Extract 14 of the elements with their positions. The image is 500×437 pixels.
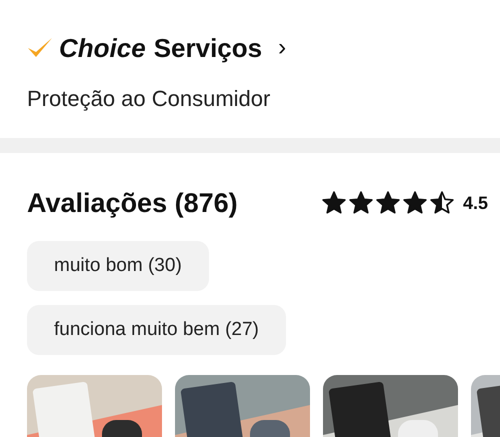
section-title[interactable]: Serviços <box>154 32 262 64</box>
star-icon <box>428 190 455 216</box>
brand-name: Choice <box>59 32 146 64</box>
checkmark-icon <box>27 37 53 59</box>
rating-value: 4.5 <box>462 192 488 214</box>
subtitle: Proteção ao Consumidor <box>27 86 272 112</box>
reviews-heading: Avaliações (876) <box>27 188 238 218</box>
star-icon <box>374 190 401 216</box>
star-icon <box>402 190 428 216</box>
chevron[interactable]: › <box>278 34 286 62</box>
review-tag[interactable]: funciona muito bem (27) <box>27 305 286 355</box>
star-icon <box>348 190 374 216</box>
star-icon <box>320 190 347 216</box>
review-tag[interactable]: muito bom (30) <box>27 241 209 291</box>
